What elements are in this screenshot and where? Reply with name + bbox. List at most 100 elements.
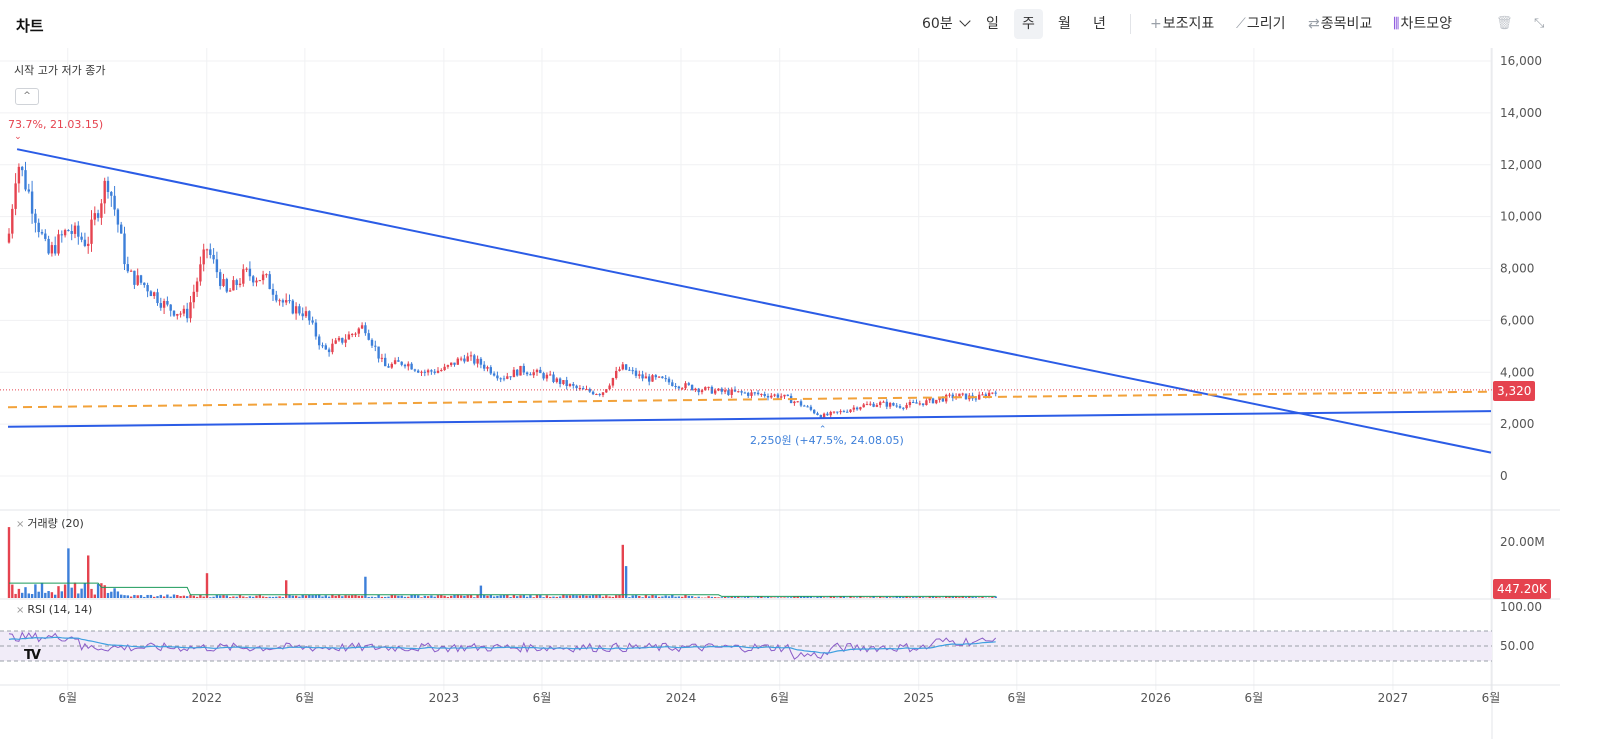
volume-bar	[641, 597, 644, 598]
volume-bar	[407, 596, 410, 598]
candle-body	[11, 208, 14, 234]
volume-bar	[879, 596, 882, 598]
candle-body	[209, 249, 212, 255]
candle-body	[443, 366, 446, 371]
candle-body	[225, 279, 228, 292]
time-tick-label: 6월	[1482, 691, 1501, 705]
candle-body	[87, 243, 90, 246]
volume-bar	[558, 596, 562, 598]
candle-body	[426, 370, 430, 373]
volume-bar	[723, 597, 727, 598]
candle-body	[304, 311, 308, 317]
candle-body	[410, 363, 413, 370]
candle-body	[611, 378, 615, 386]
tab-month[interactable]: 월	[1058, 13, 1071, 35]
candle-body	[268, 274, 271, 290]
candle-body	[753, 392, 756, 394]
close-icon[interactable]: ×	[16, 605, 24, 616]
volume-bar	[565, 595, 568, 598]
stock-chart[interactable]: 16,000 14,000 12,000 10,000 8,000 6,000 4,000 2…	[0, 48, 1600, 739]
candle-body	[100, 203, 103, 218]
volume-bar	[991, 596, 994, 598]
volume-bar	[67, 548, 70, 598]
candle-body	[512, 369, 516, 378]
volume-bar	[681, 596, 684, 598]
candle-body	[582, 388, 585, 390]
volume-bar	[271, 596, 275, 598]
volume-bar	[539, 595, 542, 598]
volume-bar	[351, 595, 354, 598]
compare-button[interactable]: ⇄종목비교	[1308, 13, 1372, 35]
candle-body	[110, 192, 113, 196]
legend-collapse-button[interactable]: ^	[15, 88, 39, 105]
volume-bar	[938, 597, 941, 598]
volume-bar	[707, 596, 710, 598]
volume-bar	[195, 596, 199, 598]
price-tick-label: 10,000	[1500, 210, 1542, 224]
time-tick-label: 2025	[903, 691, 934, 705]
volume-bar	[912, 597, 915, 598]
volume-bar	[116, 591, 120, 598]
collapse-icon[interactable]: ⤡	[1534, 13, 1544, 35]
candle-body	[63, 230, 67, 236]
candle-body	[921, 403, 925, 406]
volume-bar	[87, 555, 90, 598]
candle-body	[479, 358, 483, 365]
candle-body	[387, 366, 390, 368]
candle-body	[865, 404, 869, 406]
volume-bar	[466, 595, 469, 598]
dashed-support-line	[7, 390, 1492, 409]
volume-bar	[786, 597, 789, 598]
volume-bar	[232, 596, 235, 598]
volume-bar	[476, 594, 479, 598]
volume-bar	[417, 595, 420, 598]
candle-body	[981, 394, 984, 396]
candle-body	[393, 360, 397, 364]
candle-body	[7, 233, 11, 243]
trash-icon[interactable]: 🗑	[1496, 13, 1513, 35]
chart-style-button[interactable]: ⫼차트모양	[1393, 13, 1452, 35]
volume-bar	[44, 592, 47, 598]
candle-body	[770, 395, 773, 398]
tab-week[interactable]: 주	[1014, 9, 1043, 39]
volume-bar	[192, 595, 195, 598]
candle-body	[793, 401, 796, 404]
volume-bar	[525, 596, 529, 598]
tab-year[interactable]: 년	[1093, 13, 1106, 35]
close-icon[interactable]: ×	[16, 519, 24, 530]
volume-bar	[608, 596, 611, 598]
volume-bar	[410, 594, 413, 598]
candle-body	[380, 357, 384, 359]
volume-bar	[496, 595, 499, 598]
volume-bar	[770, 597, 773, 598]
tab-day[interactable]: 일	[986, 13, 999, 35]
volume-ma-line	[9, 582, 996, 597]
candle-body	[575, 385, 578, 389]
candle-body	[261, 274, 265, 281]
volume-bar	[921, 597, 925, 598]
volume-bar	[433, 596, 436, 598]
interval-dropdown[interactable]: 60분	[922, 13, 971, 35]
volume-bar	[855, 597, 859, 598]
candle-body	[826, 413, 829, 416]
candle-body	[829, 411, 832, 416]
volume-bar	[816, 596, 819, 598]
rsi-tick-label: 100.00	[1500, 600, 1542, 614]
candle-body	[466, 356, 469, 362]
candle-body	[506, 376, 509, 379]
candle-body	[532, 372, 535, 376]
draw-button[interactable]: ⟋그리기	[1236, 13, 1285, 35]
candle-body	[156, 292, 159, 304]
candle-body	[549, 374, 552, 376]
volume-title-label: 거래량 (20)	[27, 517, 84, 530]
indicators-button[interactable]: +보조지표	[1150, 13, 1214, 35]
volume-bar	[512, 594, 516, 598]
candle-body	[862, 404, 865, 408]
volume-bar	[11, 584, 14, 598]
time-tick-label: 6월	[770, 691, 789, 705]
candle-body	[730, 389, 733, 395]
volume-bar	[182, 595, 186, 598]
candle-body	[499, 378, 502, 380]
candle-body	[83, 239, 87, 246]
volume-bar	[588, 595, 591, 598]
